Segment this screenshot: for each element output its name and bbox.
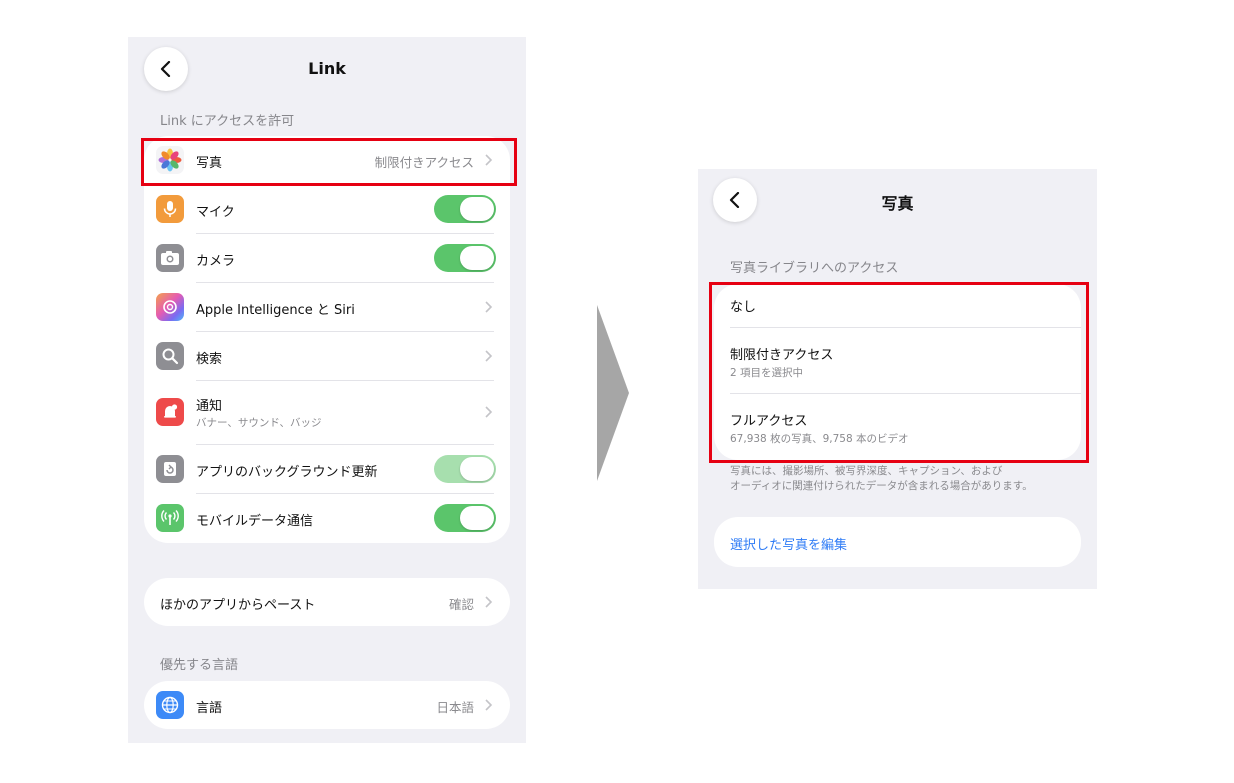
section-header-access: Link にアクセスを許可 (160, 114, 295, 129)
mobile-data-toggle[interactable] (434, 504, 496, 532)
row-camera: カメラ (144, 234, 510, 282)
row-paste-value: 確認 (448, 597, 474, 612)
row-search[interactable]: 検索 (144, 332, 510, 380)
antenna-icon (156, 504, 184, 532)
edit-selected-photos-link[interactable]: 選択した写真を編集 (730, 534, 847, 553)
permissions-group: 写真 制限付きアクセス マイク カメラ Apple Intelligence と… (144, 136, 510, 543)
chevron-right-icon (485, 699, 493, 711)
language-group: 言語 日本語 (144, 681, 510, 729)
background-refresh-toggle[interactable] (434, 455, 496, 483)
section-header-library: 写真ライブラリへのアクセス (730, 261, 899, 276)
access-options-highlight (709, 282, 1089, 463)
microphone-icon (156, 195, 184, 223)
apple-intelligence-icon (156, 293, 184, 321)
footnote-line-2: オーディオに関連付けられたデータが含まれる場合があります。 (730, 480, 1033, 492)
row-background-refresh: アプリのバックグラウンド更新 (144, 445, 510, 493)
row-language[interactable]: 言語 日本語 (144, 681, 510, 729)
row-language-value: 日本語 (436, 700, 474, 715)
page-title: 写真 (881, 194, 914, 213)
footnote-line-1: 写真には、撮影場所、被写界深度、キャプション、および (730, 465, 1003, 477)
section-header-language: 優先する言語 (160, 658, 239, 673)
row-camera-label: カメラ (196, 254, 236, 269)
row-refresh-label: アプリのバックグラウンド更新 (196, 465, 378, 480)
microphone-toggle[interactable] (434, 195, 496, 223)
row-notifications-sub: バナー、サウンド、バッジ (196, 417, 322, 429)
row-notifications-label: 通知 (196, 399, 223, 414)
chevron-right-icon (485, 350, 493, 362)
chevron-right-icon (485, 406, 493, 418)
magnifier-icon (156, 342, 184, 370)
row-siri-label: Apple Intelligence と Siri (196, 303, 355, 318)
row-notifications[interactable]: 通知 バナー、サウンド、バッジ (144, 381, 510, 444)
page-title: Link (308, 59, 346, 78)
row-microphone: マイク (144, 185, 510, 233)
row-search-label: 検索 (196, 352, 223, 367)
chevron-right-icon (485, 301, 493, 313)
background-refresh-icon (156, 455, 184, 483)
row-apple-intelligence-siri[interactable]: Apple Intelligence と Siri (144, 283, 510, 331)
row-paste[interactable]: ほかのアプリからペースト 確認 (144, 578, 510, 626)
row-paste-label: ほかのアプリからペースト (160, 598, 316, 613)
row-mobile-data: モバイルデータ通信 (144, 494, 510, 542)
row-language-label: 言語 (196, 701, 223, 716)
globe-icon (156, 691, 184, 719)
chevron-right-icon (485, 596, 493, 608)
right-triangle-arrow-icon (597, 305, 629, 481)
photos-row-highlight (141, 138, 517, 186)
camera-toggle[interactable] (434, 244, 496, 272)
edit-selection-group: 選択した写真を編集 (714, 517, 1081, 567)
row-mobile-data-label: モバイルデータ通信 (196, 514, 314, 529)
camera-icon (156, 244, 184, 272)
notification-bell-icon (156, 398, 184, 426)
paste-group: ほかのアプリからペースト 確認 (144, 578, 510, 626)
row-microphone-label: マイク (196, 205, 235, 220)
